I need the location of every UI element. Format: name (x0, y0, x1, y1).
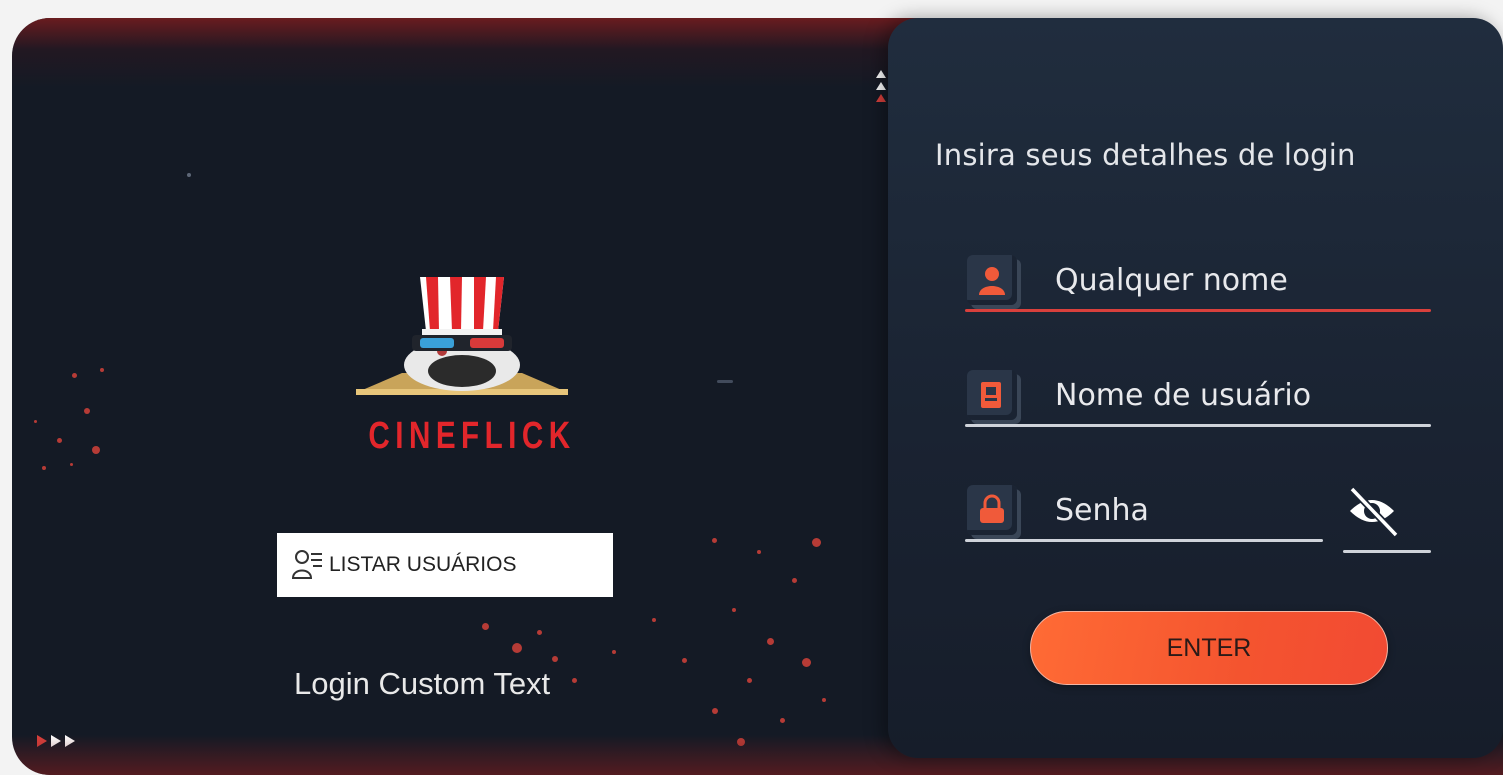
particle (552, 656, 558, 662)
name-underline (965, 309, 1431, 312)
popcorn-mascot-icon (356, 277, 568, 395)
scroll-up-icon[interactable] (874, 70, 888, 118)
user-icon (967, 255, 1017, 305)
particle (612, 650, 616, 654)
particle (737, 738, 745, 746)
particle (512, 643, 522, 653)
particle (537, 630, 542, 635)
username-underline (965, 424, 1431, 427)
name-field (965, 253, 1431, 313)
password-visibility-toggle[interactable] (1340, 483, 1404, 539)
username-field (965, 368, 1431, 428)
play-arrows-icon[interactable] (37, 733, 87, 749)
particle (34, 420, 37, 423)
username-input[interactable] (1055, 368, 1395, 422)
particle (100, 368, 104, 372)
particle (652, 618, 656, 622)
particle (712, 538, 717, 543)
users-list-icon (291, 550, 322, 579)
toggle-underline (1343, 550, 1431, 553)
particle (92, 446, 100, 454)
particle (712, 708, 718, 714)
particle (187, 173, 191, 177)
list-users-label: LISTAR USUÁRIOS (329, 553, 517, 576)
particle (802, 658, 811, 667)
particle (572, 678, 577, 683)
particle (792, 578, 797, 583)
list-users-button[interactable]: LISTAR USUÁRIOS (277, 533, 613, 597)
particle (72, 373, 77, 378)
particle (42, 466, 46, 470)
particle (717, 380, 733, 383)
particle (822, 698, 826, 702)
particle (84, 408, 90, 414)
brand-logo: CINEFLICK (342, 273, 582, 473)
login-panel: Insira seus detalhes de login Qualquer n… (888, 18, 1503, 758)
particle (780, 718, 785, 723)
password-underline (965, 539, 1323, 542)
login-heading: Insira seus detalhes de login (935, 138, 1356, 172)
particle (747, 678, 752, 683)
particle (732, 608, 736, 612)
eye-slash-icon (1349, 486, 1399, 538)
brand-name: CINEFLICK (368, 415, 576, 457)
particle (57, 438, 62, 443)
particle (757, 550, 761, 554)
login-custom-text: Login Custom Text (294, 666, 551, 701)
particle (682, 658, 687, 663)
particle (812, 538, 821, 547)
enter-button[interactable]: ENTER (1030, 611, 1388, 685)
id-card-icon (967, 370, 1017, 420)
name-input[interactable] (1055, 253, 1395, 307)
particle (767, 638, 774, 645)
particle (70, 463, 73, 466)
lock-icon (967, 485, 1017, 535)
particle (482, 623, 489, 630)
